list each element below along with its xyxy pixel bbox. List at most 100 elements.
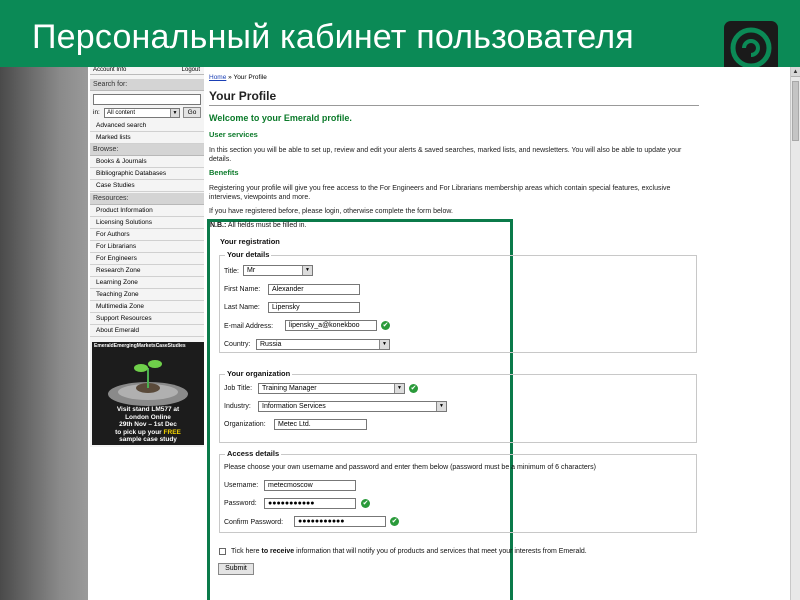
scroll-up-icon[interactable]: ▲ <box>791 67 800 77</box>
email-label: E-mail Address: <box>224 323 274 330</box>
sidebar-item-product-information[interactable]: Product Information <box>90 205 204 217</box>
check-icon: ✔ <box>381 321 390 330</box>
search-scope-select[interactable]: All content ▼ <box>104 108 180 118</box>
breadcrumb-home-link[interactable]: Home <box>209 74 226 81</box>
breadcrumb-current: » Your Profile <box>226 74 267 81</box>
sidebar-item-research-zone[interactable]: Research Zone <box>90 265 204 277</box>
slide-title-banner: Персональный кабинет пользователя <box>0 0 800 67</box>
title-select[interactable]: Mr ▼ <box>243 265 313 276</box>
industry-value: Information Services <box>262 403 326 410</box>
newsletter-label-part: Tick here <box>231 548 262 555</box>
promo-line: Visit stand LM577 at <box>116 406 180 413</box>
sidebar-item-multimedia-zone[interactable]: Multimedia Zone <box>90 301 204 313</box>
sidebar-item-case-studies[interactable]: Case Studies <box>90 180 204 192</box>
username-label: Username: <box>224 482 259 489</box>
account-bar: Account Info Logout <box>90 67 204 75</box>
search-input[interactable] <box>93 94 201 105</box>
resources-header: Resources: <box>90 193 204 205</box>
last-name-label: Last Name: <box>224 304 260 311</box>
required-note: N.B.: All fields must be filled in. <box>210 222 307 229</box>
welcome-heading: Welcome to your Emerald profile. <box>209 113 352 123</box>
required-note-label: N.B.: <box>210 222 227 229</box>
username-field[interactable]: metecmoscow <box>264 480 356 491</box>
chevron-down-icon: ▼ <box>302 266 312 275</box>
promo-text: Visit stand LM577 at London Online 29th … <box>92 406 204 444</box>
newsletter-checkbox[interactable] <box>219 548 226 555</box>
breadcrumb: Home » Your Profile <box>209 74 267 81</box>
benefits-text: Registering your profile will give you f… <box>209 185 671 201</box>
first-name-label: First Name: <box>224 286 261 293</box>
logout-link[interactable]: Logout <box>182 67 200 73</box>
benefits-heading: Benefits <box>209 168 239 177</box>
job-title-label: Job Title: <box>224 385 253 392</box>
country-select[interactable]: Russia ▼ <box>256 339 390 350</box>
page-scrollbar[interactable]: ▲ <box>790 67 800 600</box>
sidebar-item-support-resources[interactable]: Support Resources <box>90 313 204 325</box>
access-legend: Access details <box>225 449 282 458</box>
sidebar-item-for-engineers[interactable]: For Engineers <box>90 253 204 265</box>
check-icon: ✔ <box>390 517 399 526</box>
promo-line-part: to pick up your <box>115 428 164 436</box>
sidebar: Account Info Logout Search for: in: All … <box>90 67 204 447</box>
search-scope-label: in: <box>93 109 100 116</box>
search-scope-value: All content <box>107 110 136 116</box>
country-value: Russia <box>260 341 282 348</box>
chevron-down-icon: ▼ <box>379 340 389 349</box>
required-note-text: All fields must be filled in. <box>226 222 307 229</box>
details-legend: Your details <box>225 250 272 259</box>
sidebar-item-books-journals[interactable]: Books & Journals <box>90 156 204 168</box>
seedling-hands-icon <box>108 360 188 406</box>
page-title: Your Profile <box>209 89 277 103</box>
industry-select[interactable]: Information Services ▼ <box>258 401 447 412</box>
promo-line: to pick up your FREE <box>92 429 204 437</box>
promo-free-highlight: FREE <box>163 428 181 436</box>
submit-button[interactable]: Submit <box>218 563 254 575</box>
sidebar-item-for-librarians[interactable]: For Librarians <box>90 241 204 253</box>
chevron-down-icon: ▼ <box>394 384 404 393</box>
account-info-link[interactable]: Account Info <box>93 67 126 73</box>
chevron-down-icon: ▼ <box>436 402 446 411</box>
confirm-password-field[interactable]: ●●●●●●●●●●● <box>294 516 386 527</box>
country-label: Country: <box>224 341 251 348</box>
registration-legend: Your registration <box>218 237 282 246</box>
promo-line: London Online <box>125 413 171 421</box>
password-field[interactable]: ●●●●●●●●●●● <box>264 498 356 509</box>
sidebar-item-about-emerald[interactable]: About Emerald <box>90 325 204 337</box>
organization-legend: Your organization <box>225 369 293 378</box>
last-name-field[interactable]: Lipensky <box>268 302 360 313</box>
browser-page: Account Info Logout Search for: in: All … <box>88 67 790 600</box>
go-button[interactable]: Go <box>183 107 201 118</box>
scroll-thumb[interactable] <box>792 81 799 141</box>
sidebar-item-bibliographic-databases[interactable]: Bibliographic Databases <box>90 168 204 180</box>
newsletter-label: Tick here to receive information that wi… <box>231 548 587 555</box>
organization-label: Organization: <box>224 421 266 428</box>
access-instructions: Please choose your own username and pass… <box>224 464 596 471</box>
user-services-heading: User services <box>209 130 258 139</box>
sidebar-item-teaching-zone[interactable]: Teaching Zone <box>90 289 204 301</box>
sidebar-item-marked-lists[interactable]: Marked lists <box>90 132 204 144</box>
promo-banner[interactable]: EmeraldEmergingMarketsCaseStudies Visit … <box>92 342 204 445</box>
newsletter-label-part: information that will notify you of prod… <box>294 548 587 555</box>
user-services-text: In this section you will be able to set … <box>209 147 682 163</box>
title-value: Mr <box>247 267 256 274</box>
password-label: Password: <box>224 500 257 507</box>
newsletter-label-bold: to receive <box>261 548 295 555</box>
email-field[interactable]: lipensky_a@konekboo <box>285 320 377 331</box>
job-title-value: Training Manager <box>262 385 317 392</box>
sidebar-item-learning-zone[interactable]: Learning Zone <box>90 277 204 289</box>
search-header: Search for: <box>90 79 204 91</box>
organization-field[interactable]: Metec Ltd. <box>274 419 367 430</box>
check-icon: ✔ <box>361 499 370 508</box>
slide-title: Персональный кабинет пользователя <box>32 18 634 56</box>
login-instruction: If you have registered before, please lo… <box>209 208 453 215</box>
first-name-field[interactable]: Alexander <box>268 284 360 295</box>
chevron-down-icon: ▼ <box>170 109 179 117</box>
promo-line: sample case study <box>119 436 177 443</box>
sidebar-item-licensing-solutions[interactable]: Licensing Solutions <box>90 217 204 229</box>
sidebar-item-advanced-search[interactable]: Advanced search <box>90 120 204 132</box>
industry-label: Industry: <box>224 403 251 410</box>
sidebar-item-for-authors[interactable]: For Authors <box>90 229 204 241</box>
job-title-select[interactable]: Training Manager ▼ <box>258 383 405 394</box>
browse-header: Browse: <box>90 144 204 156</box>
divider <box>209 105 699 106</box>
